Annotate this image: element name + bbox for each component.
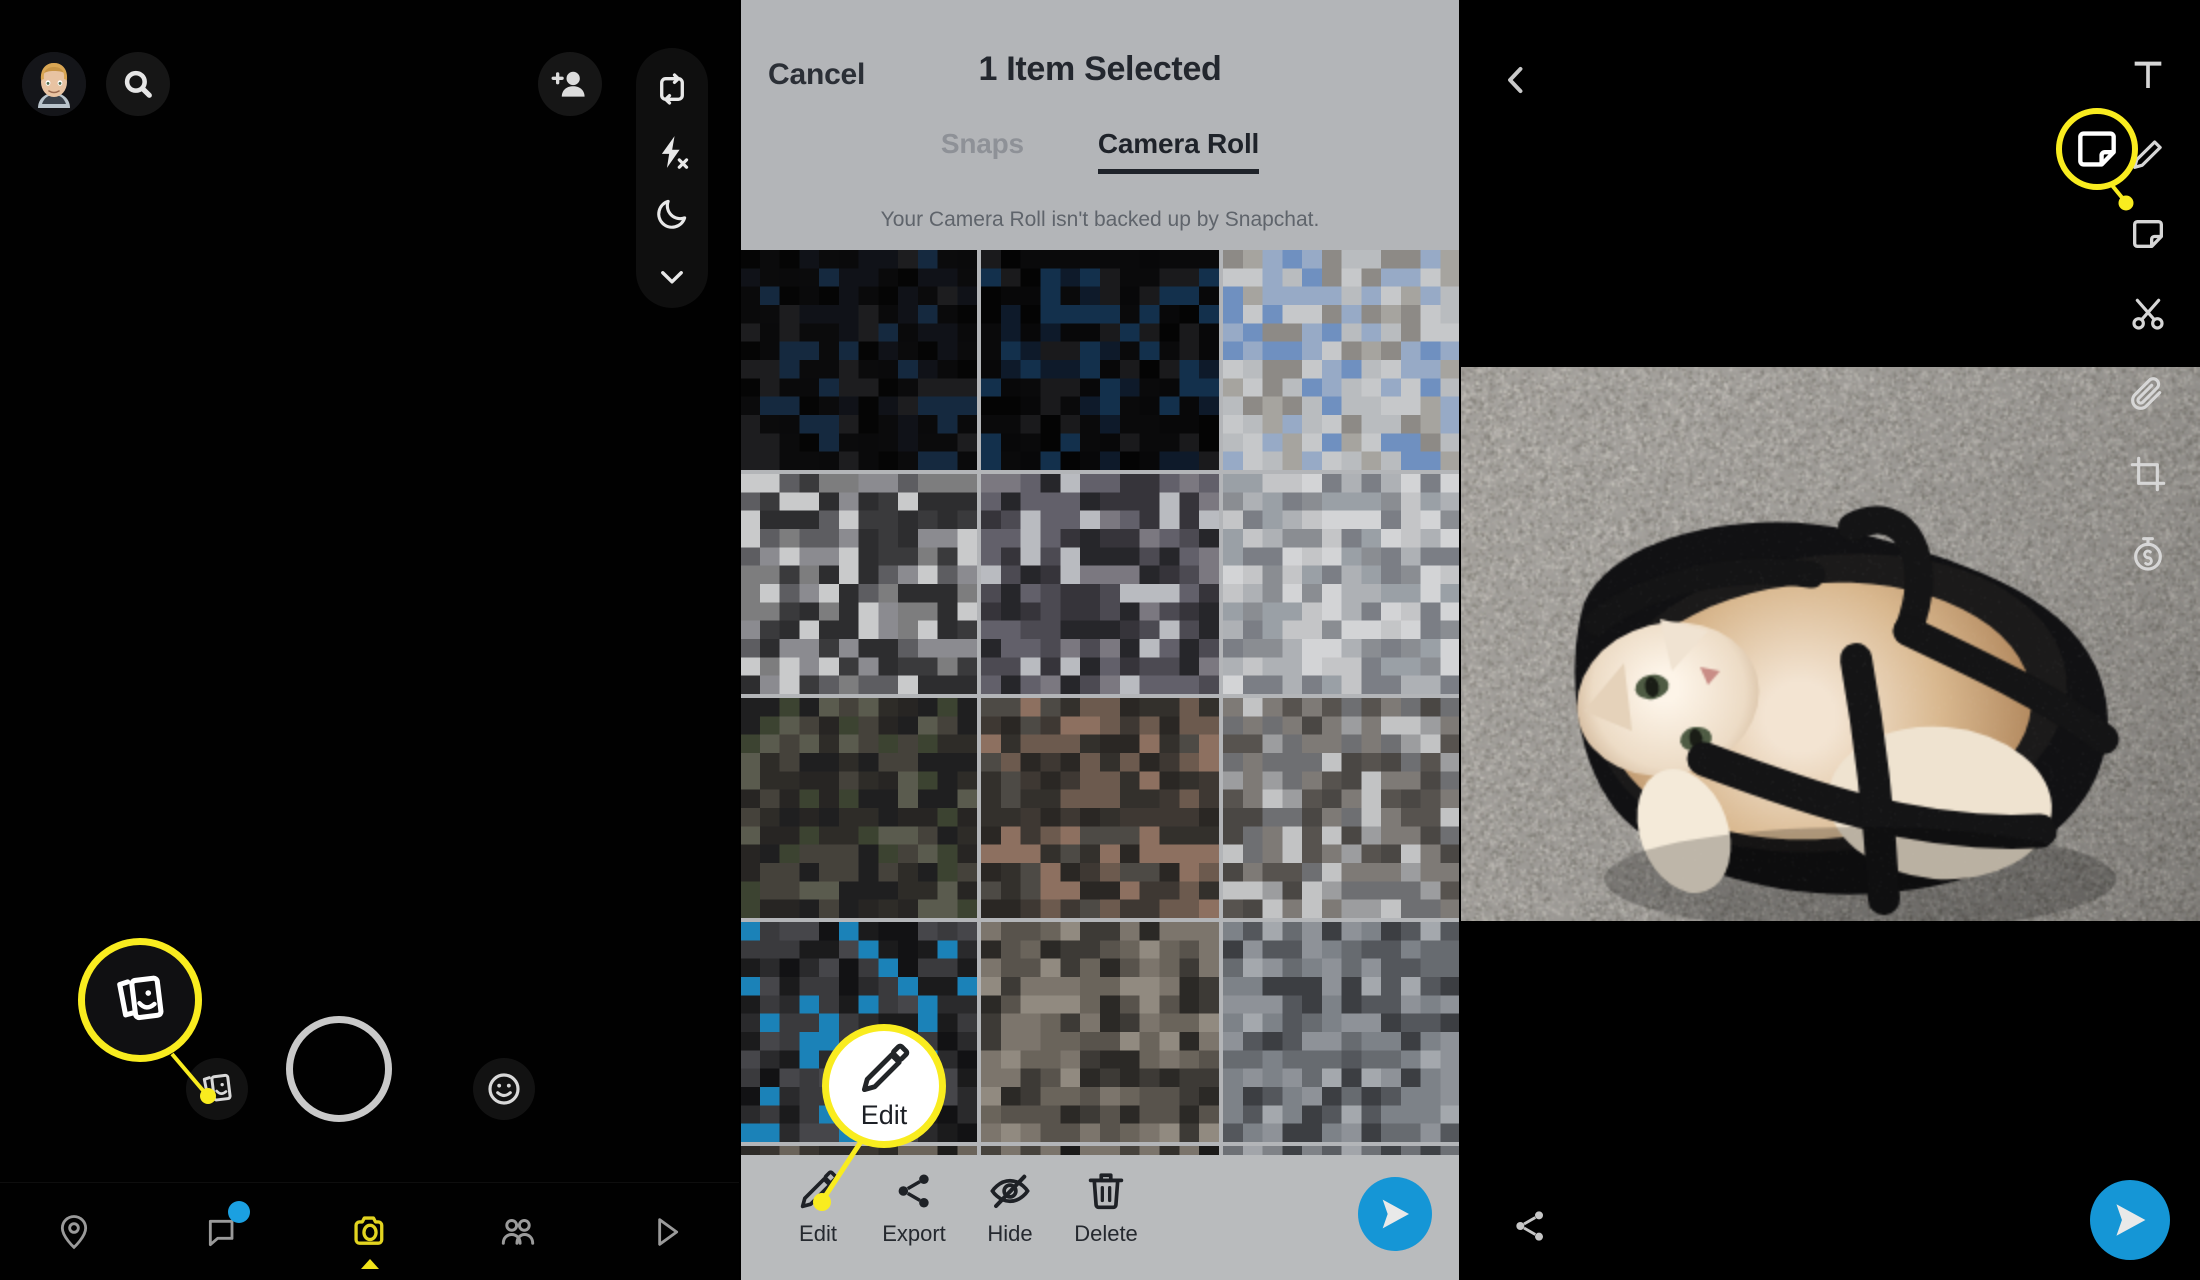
tab-camera-roll[interactable]: Camera Roll xyxy=(1097,128,1259,174)
photo-grid-cell[interactable] xyxy=(1222,698,1460,918)
send-arrow-icon xyxy=(2116,1204,2146,1236)
callout-edit-label: Edit xyxy=(860,1099,908,1130)
photo-grid-cell[interactable] xyxy=(1222,474,1460,694)
tab-snaps[interactable]: Snaps xyxy=(941,128,1024,174)
nav-item-map[interactable] xyxy=(0,1183,148,1280)
search-icon xyxy=(124,70,152,98)
snap-photo xyxy=(1460,367,2200,921)
nav-item-camera[interactable] xyxy=(296,1183,444,1280)
share-icon xyxy=(1516,1211,1543,1241)
crop-tool-button[interactable] xyxy=(2120,446,2176,502)
more-tools-button[interactable] xyxy=(636,246,708,309)
lens-smiley-icon xyxy=(488,1073,520,1105)
eye-off-icon xyxy=(990,1174,1030,1209)
night-mode-icon xyxy=(657,200,687,229)
preview-bottom-bar xyxy=(1460,1170,2200,1280)
snap-preview-editor xyxy=(1460,0,2200,1280)
trash-icon xyxy=(1088,1173,1124,1210)
panel-divider-left xyxy=(739,0,741,1280)
nav-item-chat[interactable] xyxy=(148,1183,296,1280)
send-arrow-icon xyxy=(1382,1199,1409,1229)
sticker-icon xyxy=(2133,220,2163,248)
stories-play-icon xyxy=(658,1217,679,1246)
text-tool-button[interactable] xyxy=(2120,46,2176,102)
camera-tool-rail xyxy=(636,48,708,308)
delete-button[interactable]: Delete xyxy=(1058,1169,1154,1247)
memories-icon xyxy=(117,975,164,1021)
photo-grid-cell[interactable] xyxy=(981,698,1219,918)
night-mode-button[interactable] xyxy=(636,183,708,246)
callout-edit: Edit xyxy=(822,1024,946,1148)
hide-label: Hide xyxy=(987,1221,1033,1246)
flash-off-icon xyxy=(661,135,689,169)
photo-grid-cell[interactable] xyxy=(1222,922,1460,1142)
bottom-nav xyxy=(0,1182,740,1280)
callout-memories xyxy=(78,938,202,1062)
flash-off-button[interactable] xyxy=(636,121,708,184)
picker-header: Cancel 1 Item Selected Snaps Camera Roll… xyxy=(740,0,1460,250)
photo-grid-cell[interactable] xyxy=(1222,250,1460,470)
friends-icon xyxy=(501,1218,535,1245)
chevron-left-icon xyxy=(1508,66,1523,94)
hide-button[interactable]: Hide xyxy=(962,1169,1058,1247)
photo-grid-cell[interactable] xyxy=(740,250,978,470)
pencil-icon xyxy=(861,1043,910,1092)
camera-screen xyxy=(0,0,740,1280)
flip-camera-icon xyxy=(660,73,684,105)
shutter-button[interactable] xyxy=(286,1016,392,1122)
add-friend-icon xyxy=(551,71,585,97)
camera-topbar xyxy=(0,44,740,124)
send-to-button[interactable] xyxy=(2090,1180,2170,1260)
share-button[interactable] xyxy=(1502,1198,1558,1254)
crop-icon xyxy=(2130,456,2166,492)
timer-icon xyxy=(2134,537,2162,571)
camera-icon xyxy=(354,1215,384,1245)
lens-carousel-button[interactable] xyxy=(473,1058,535,1120)
backup-note: Your Camera Roll isn't backed up by Snap… xyxy=(880,208,1320,231)
search-button[interactable] xyxy=(106,52,170,116)
photo-grid-cell[interactable] xyxy=(981,1146,1219,1155)
delete-label: Delete xyxy=(1074,1221,1138,1246)
photo-grid-cell[interactable] xyxy=(740,474,978,694)
cat-photo-canvas xyxy=(1460,367,2200,921)
callout-sticker-tool xyxy=(2056,108,2138,190)
send-button[interactable] xyxy=(1358,1177,1432,1251)
text-icon xyxy=(2134,61,2162,88)
photo-grid-cell[interactable] xyxy=(1222,1146,1460,1155)
chevron-down-icon xyxy=(661,270,683,284)
nav-item-stories[interactable] xyxy=(592,1183,740,1280)
paperclip-icon xyxy=(2131,377,2162,410)
edit-label: Edit xyxy=(799,1221,837,1246)
flip-camera-button[interactable] xyxy=(636,58,708,121)
callout-connector-left xyxy=(170,1052,216,1104)
picker-tabs: Snaps Camera Roll xyxy=(740,128,1460,174)
photo-grid-cell[interactable] xyxy=(981,250,1219,470)
photo-grid-cell[interactable] xyxy=(740,698,978,918)
panel-divider-right xyxy=(1459,0,1461,1280)
add-friend-button[interactable] xyxy=(538,52,602,116)
scissors-icon xyxy=(2132,298,2164,330)
page-title: 1 Item Selected xyxy=(978,50,1222,88)
back-button[interactable] xyxy=(1488,52,1544,108)
photo-grid-cell[interactable] xyxy=(981,922,1219,1142)
bitmoji-avatar-icon xyxy=(22,52,86,116)
chat-unread-badge xyxy=(228,1200,250,1223)
active-tab-caret xyxy=(361,1258,379,1269)
photo-grid xyxy=(740,250,1460,1155)
map-pin-icon xyxy=(60,1214,88,1249)
export-label: Export xyxy=(882,1221,946,1246)
timer-tool-button[interactable] xyxy=(2120,526,2176,582)
app-root: Cancel 1 Item Selected Snaps Camera Roll… xyxy=(0,0,2200,1280)
avatar[interactable] xyxy=(22,52,86,116)
attach-link-button[interactable] xyxy=(2120,366,2176,422)
sticker-icon xyxy=(2078,131,2116,167)
photo-grid-cell[interactable] xyxy=(981,474,1219,694)
nav-item-friends[interactable] xyxy=(444,1183,592,1280)
scissors-tool-button[interactable] xyxy=(2120,286,2176,342)
